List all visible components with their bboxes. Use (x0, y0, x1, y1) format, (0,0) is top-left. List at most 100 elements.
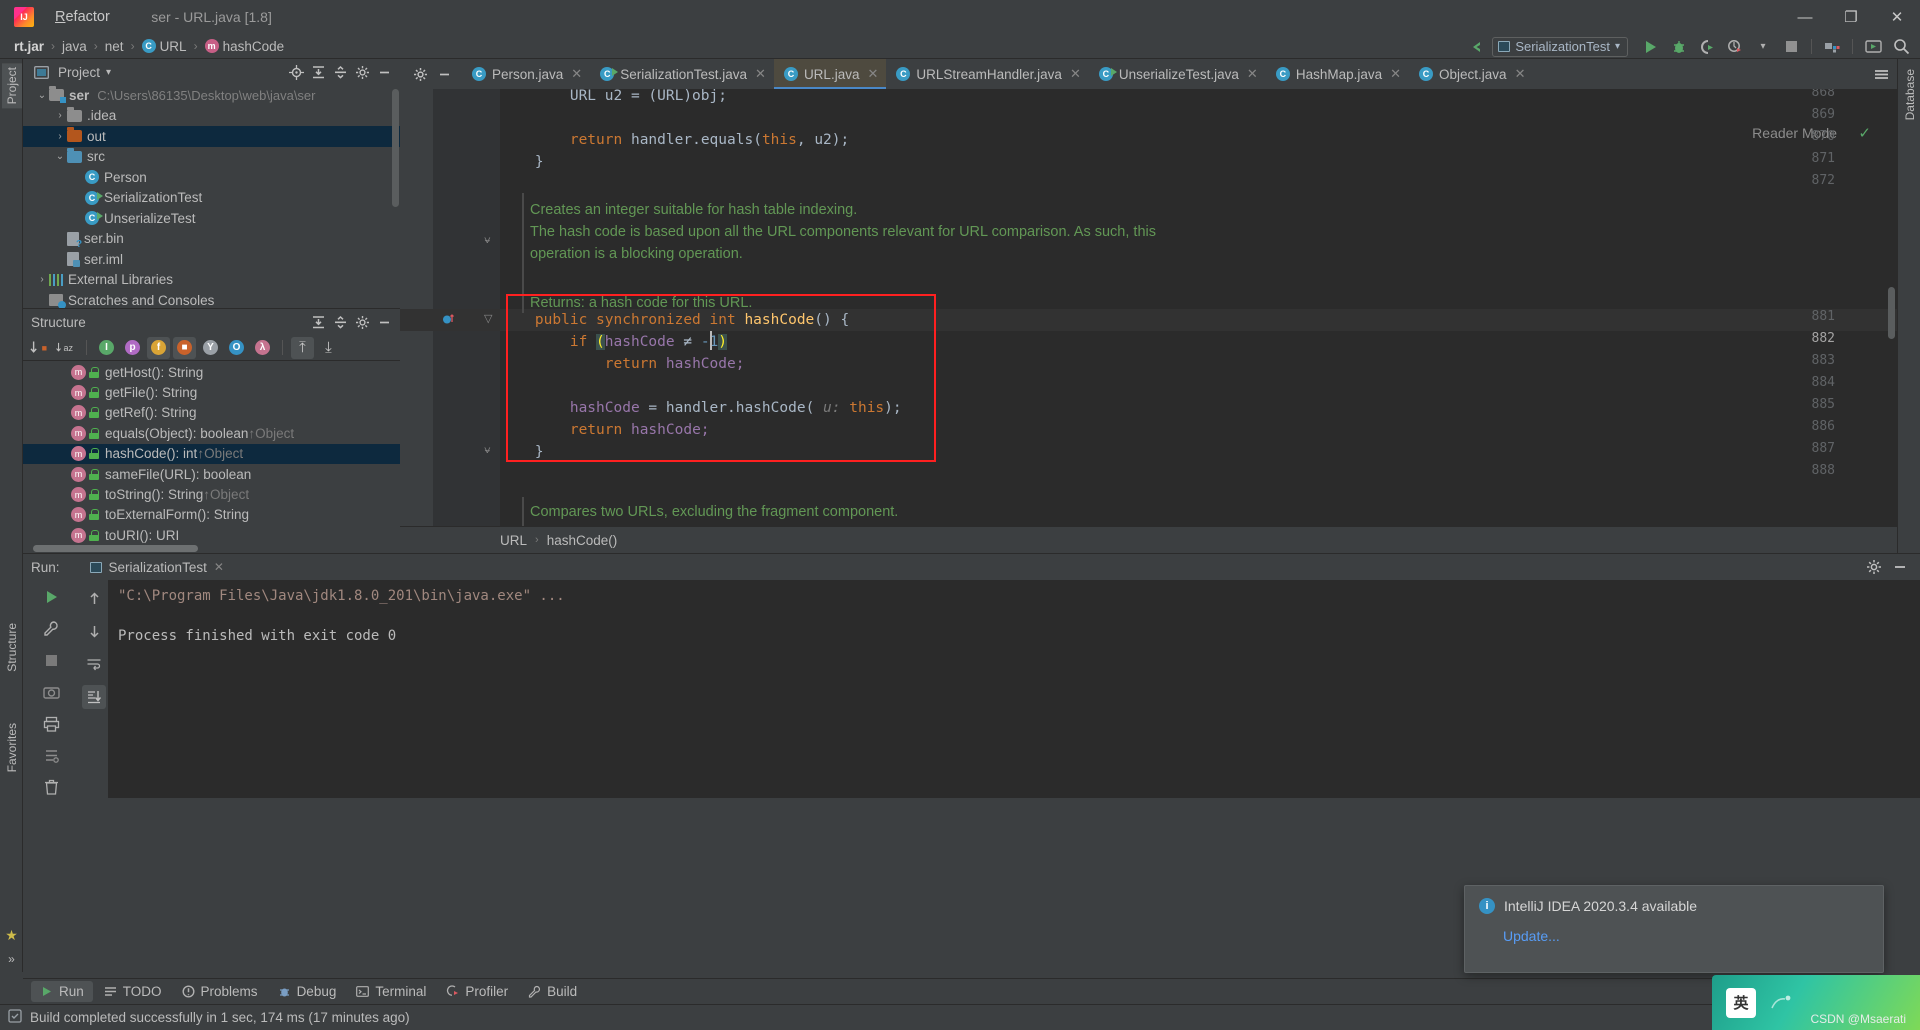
tab-list-icon[interactable] (1871, 64, 1891, 84)
search-everywhere-button[interactable] (1888, 35, 1914, 58)
tool-window-terminal[interactable]: Terminal (347, 981, 435, 1002)
debug-button[interactable] (1666, 35, 1692, 58)
structure-member-getfile[interactable]: m getFile(): String (23, 382, 400, 402)
editor-scrollbar[interactable] (1888, 287, 1895, 339)
editor-tab-unserializetestjava[interactable]: C UnserializeTest.java ✕ (1089, 59, 1266, 89)
sidebar-item-project[interactable]: Project (2, 63, 22, 109)
up-stack-button[interactable] (82, 586, 106, 610)
structure-member-toexternalform[interactable]: m toExternalForm(): String (23, 505, 400, 525)
settings-icon[interactable] (410, 64, 430, 84)
show-anonymous-button[interactable]: Y (199, 337, 222, 359)
structure-member-samefile[interactable]: m sameFile(URL): boolean (23, 464, 400, 484)
close-icon[interactable]: ✕ (1070, 66, 1081, 82)
autoscroll-to-source-button[interactable]: ⤒ (291, 336, 314, 359)
run-session-tab[interactable]: SerializationTest ✕ (82, 558, 232, 577)
wrench-button[interactable] (40, 618, 64, 641)
code-line-883[interactable]: return hashCode; (500, 353, 745, 375)
tree-item-serbin[interactable]: ser.bin (23, 229, 400, 250)
project-structure-button[interactable] (1819, 35, 1845, 58)
profiler-button[interactable] (1722, 35, 1748, 58)
tool-window-problems[interactable]: Problems (173, 981, 267, 1002)
editor-gutter[interactable] (400, 89, 500, 526)
hide-panel-icon[interactable] (1890, 557, 1910, 577)
locate-icon[interactable] (286, 62, 306, 82)
breadcrumb-item-net[interactable]: net (105, 39, 124, 54)
stop-button[interactable] (40, 649, 64, 672)
sidebar-item-favorites[interactable]: Favorites (2, 719, 22, 776)
ime-indicator[interactable]: 英 CSDN @Msaerati (1712, 975, 1920, 1030)
soft-wrap-button[interactable] (82, 652, 106, 676)
tree-item-idea[interactable]: › .idea (23, 106, 400, 127)
close-button[interactable]: ✕ (1874, 0, 1920, 34)
down-stack-button[interactable] (82, 619, 106, 643)
editor-tab-objectjava[interactable]: C Object.java ✕ (1409, 59, 1533, 89)
structure-member-tostring[interactable]: m toString(): String ↑Object (23, 484, 400, 504)
sort-alphabetically-button[interactable]: az (55, 337, 78, 359)
rerun-button[interactable] (40, 586, 64, 609)
breadcrumb-item-url[interactable]: C URL (141, 39, 187, 54)
tool-window-run[interactable]: Run (31, 981, 93, 1002)
chevron-down-icon[interactable]: ⌄ (35, 90, 49, 101)
breadcrumb-method[interactable]: hashCode() (547, 533, 618, 548)
fold-marker-icon-3[interactable]: ⍱ (484, 444, 491, 457)
structure-member-getref[interactable]: m getRef(): String (23, 403, 400, 423)
tool-window-todo[interactable]: TODO (95, 981, 171, 1002)
code-line-870[interactable]: return handler.equals(this, u2); (500, 129, 849, 151)
print-button[interactable] (40, 712, 64, 735)
chevron-right-icon[interactable]: › (53, 110, 67, 121)
close-icon[interactable]: ✕ (755, 66, 766, 82)
camera-button[interactable] (40, 681, 64, 704)
code-line-885[interactable]: hashCode = handler.hashCode( u: this); (500, 397, 902, 419)
sidebar-item-structure[interactable]: Structure (2, 619, 22, 676)
inspection-status-icon[interactable]: ✓ (1858, 124, 1871, 142)
breadcrumb-class[interactable]: URL (500, 533, 527, 548)
close-icon[interactable]: ✕ (867, 66, 878, 82)
code-line-886[interactable]: return hashCode; (500, 419, 710, 441)
tree-item-ser[interactable]: ⌄ ser C:\Users\86135\Desktop\web\java\ser (23, 85, 400, 106)
favorites-star-icon[interactable]: ★ (5, 927, 18, 944)
minimize-button[interactable]: — (1782, 0, 1828, 34)
code-line-882[interactable]: if (hashCode ≠ -1) (500, 331, 728, 353)
run-gutter-icon[interactable] (442, 313, 455, 329)
show-lambdas-button[interactable]: λ (251, 337, 274, 359)
fold-marker-icon-2[interactable]: ▽ (484, 312, 492, 325)
scroll-to-end-button[interactable] (82, 685, 106, 709)
fold-marker-icon[interactable]: ⍱ (484, 234, 491, 247)
structure-member-gethost[interactable]: m getHost(): String (23, 362, 400, 382)
structure-member-touri[interactable]: m toURI(): URI (23, 525, 400, 543)
settings-icon[interactable] (352, 62, 372, 82)
run-with-coverage-button[interactable] (1694, 35, 1720, 58)
tool-window-profiler[interactable]: Profiler (437, 981, 517, 1002)
chevron-down-icon[interactable]: ⌄ (53, 151, 67, 162)
tool-window-build[interactable]: Build (519, 981, 586, 1002)
structure-horizontal-scrollbar[interactable] (33, 545, 198, 552)
expand-all-icon[interactable] (308, 312, 328, 332)
hide-panel-icon[interactable] (374, 62, 394, 82)
code-text[interactable]: URL u2 = (URL)obj; return handler.equals… (500, 89, 1897, 526)
tree-item-person[interactable]: C Person (23, 167, 400, 188)
code-line-868[interactable]: URL u2 = (URL)obj; (500, 89, 727, 107)
hide-panel-icon[interactable] (434, 64, 454, 84)
show-non-public-button[interactable]: ■ (173, 336, 196, 359)
editor-tab-personjava[interactable]: C Person.java ✕ (462, 59, 590, 89)
sidebar-item-database[interactable]: Database (1900, 65, 1920, 124)
chevron-right-icon[interactable]: › (35, 274, 49, 285)
collapse-all-icon[interactable] (330, 312, 350, 332)
code-line-871[interactable]: } (500, 151, 544, 173)
editor-tab-urljava[interactable]: C URL.java ✕ (773, 59, 887, 89)
tree-item-serializationtest[interactable]: C SerializationTest (23, 188, 400, 209)
console-output[interactable]: "C:\Program Files\Java\jdk1.8.0_201\bin\… (108, 580, 1920, 798)
close-icon[interactable]: ✕ (571, 66, 582, 82)
close-icon[interactable]: ✕ (214, 560, 224, 574)
chevron-down-icon[interactable]: ▾ (106, 67, 111, 78)
stop-button[interactable] (1778, 35, 1804, 58)
run-configuration-selector[interactable]: SerializationTest ▾ (1492, 36, 1628, 57)
autoscroll-from-source-button[interactable]: ⤓ (317, 337, 340, 359)
chevron-down-icon[interactable]: ▾ (1750, 35, 1776, 58)
settings-icon[interactable] (1864, 557, 1884, 577)
back-arrow-icon[interactable] (1464, 35, 1490, 58)
tree-item-scratchesandconsoles[interactable]: Scratches and Consoles (23, 290, 400, 308)
show-fields-button[interactable]: f (147, 336, 170, 359)
trash-button[interactable] (40, 775, 64, 798)
close-icon[interactable]: ✕ (1390, 66, 1401, 82)
